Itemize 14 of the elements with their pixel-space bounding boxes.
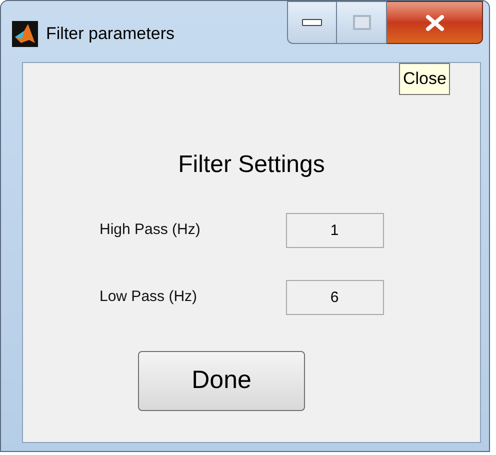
field-label: Low Pass (Hz) <box>100 287 198 308</box>
field-label: High Pass (Hz) <box>100 220 202 240</box>
app-logo-icon <box>12 21 38 47</box>
minimize-icon <box>302 19 322 26</box>
heading: Filter Settings <box>178 150 325 180</box>
maximize-icon <box>352 15 370 30</box>
close-icon <box>424 14 444 30</box>
input-field[interactable]: 6 <box>286 280 384 315</box>
input-field[interactable]: 1 <box>286 213 384 248</box>
done-button[interactable]: Done <box>138 351 305 411</box>
close-button[interactable] <box>387 1 483 44</box>
minimize-button[interactable] <box>287 1 337 44</box>
tooltip: Close <box>399 63 450 94</box>
window-title: Filter parameters <box>46 23 174 46</box>
